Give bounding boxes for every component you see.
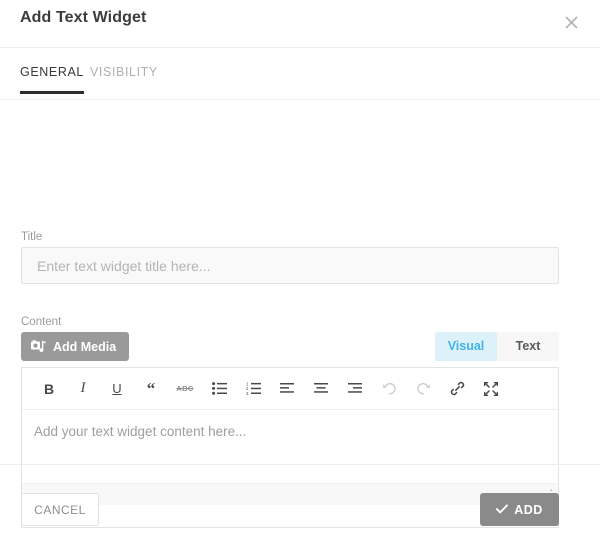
bold-icon[interactable]: B [32, 374, 66, 404]
dialog-body: Title Content Add Media Visual Text [0, 100, 600, 528]
redo-icon[interactable] [406, 374, 440, 404]
cancel-button[interactable]: CANCEL [21, 493, 99, 526]
add-media-button[interactable]: Add Media [21, 332, 130, 361]
dialog-footer: CANCEL ADD [0, 464, 600, 533]
editor-mode-visual[interactable]: Visual [435, 332, 497, 361]
align-right-icon[interactable] [338, 374, 372, 404]
add-button-label: ADD [514, 502, 543, 517]
add-media-icon [31, 339, 46, 354]
add-text-widget-dialog: Add Text Widget GENERAL VISIBILITY Title… [0, 0, 600, 533]
title-label: Title [21, 231, 43, 243]
fullscreen-icon[interactable] [474, 374, 508, 404]
tab-general[interactable]: GENERAL [20, 65, 84, 94]
italic-icon[interactable]: I [66, 374, 100, 404]
bulleted-list-icon[interactable] [202, 374, 236, 404]
blockquote-icon[interactable]: “ [134, 374, 168, 404]
dialog-title: Add Text Widget [20, 9, 147, 26]
editor-mode-text[interactable]: Text [497, 332, 559, 361]
undo-icon[interactable] [372, 374, 406, 404]
strikethrough-icon[interactable]: ABC [168, 374, 202, 404]
tab-visibility[interactable]: VISIBILITY [90, 65, 158, 94]
underline-icon[interactable]: U [100, 374, 134, 404]
editor-toolbar: B I U “ ABC 1 2 3 [22, 368, 558, 410]
editor-mode-switch: Visual Text [435, 332, 559, 361]
close-icon[interactable] [554, 6, 588, 40]
dialog-tabs: GENERAL VISIBILITY [0, 48, 600, 100]
numbered-list-icon[interactable]: 1 2 3 [236, 374, 270, 404]
add-media-label: Add Media [53, 339, 117, 354]
content-label: Content [21, 316, 62, 328]
insert-link-icon[interactable] [440, 374, 474, 404]
svg-text:3: 3 [246, 391, 249, 395]
title-input[interactable] [21, 247, 559, 284]
dialog-header: Add Text Widget [0, 0, 600, 48]
add-button[interactable]: ADD [480, 493, 559, 526]
content-editor-placeholder: Add your text widget content here... [34, 424, 247, 439]
check-icon [496, 503, 509, 517]
align-center-icon[interactable] [304, 374, 338, 404]
align-left-icon[interactable] [270, 374, 304, 404]
